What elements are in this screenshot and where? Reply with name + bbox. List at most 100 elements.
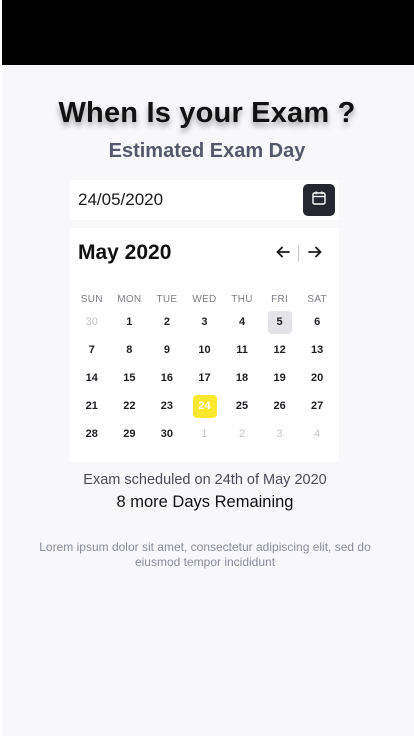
calendar-grid: SUN MON TUE WED THU FRI SAT 30 1 2 3 4 5 6 7 8 9 1… [73,290,336,448]
calendar-week-row: 28 29 30 1 2 3 4 [73,420,336,448]
calendar-day-number: 18 [235,372,249,384]
calendar-icon [311,190,327,211]
status-bar [2,0,414,65]
calendar-day[interactable]: 11 [223,336,261,364]
calendar-day[interactable]: 2 [223,420,261,448]
calendar-day-number: 28 [85,428,98,440]
calendar-weeks: 30 1 2 3 4 5 6 7 8 9 10 11 12 13 14 15 16 17 18 19 20 21 22 23 2… [73,308,336,448]
calendar-day[interactable]: 6 [298,308,336,336]
calendar-day-number: 6 [314,316,321,328]
calendar-day-number: 16 [160,372,174,384]
calendar-day[interactable]: 4 [223,308,261,336]
calendar-day-number: 12 [273,344,286,356]
calendar-day-number: 21 [85,400,98,412]
weekday-label: THU [231,293,253,305]
open-calendar-button[interactable] [303,184,335,216]
calendar-day-number: 27 [311,400,324,412]
calendar-day[interactable]: 10 [186,336,224,364]
calendar-day-number: 10 [198,344,211,356]
calendar-day[interactable]: 1 [186,420,224,448]
next-month-button[interactable] [304,244,326,264]
calendar-day-number: 22 [123,400,136,412]
calendar-day[interactable]: 4 [298,420,336,448]
calendar-day-number: 8 [126,344,133,356]
calendar-day-number: 24 [198,400,211,412]
calendar-day[interactable]: 3 [261,420,299,448]
weekday-label: MON [117,293,142,305]
calendar-week-row: 30 1 2 3 4 5 6 [73,308,336,336]
calendar-day[interactable]: 30 [148,420,186,448]
calendar-day-number: 4 [238,316,246,328]
calendar-day-number: 30 [160,428,174,440]
calendar-day-number: 25 [235,400,249,412]
calendar-day-number: 19 [273,372,286,384]
weekday-label: SAT [307,293,327,305]
calendar-day[interactable]: 2 [148,308,186,336]
calendar-day-number: 5 [276,316,283,328]
description-text: Lorem ipsum dolor sit amet, consectetur … [39,540,371,569]
calendar-popup: May 2020 SUN MON TUE WED THU FRI SAT 30 1… [70,228,339,462]
exam-date-input[interactable] [70,180,298,220]
calendar-day-number: 3 [201,316,208,328]
calendar-day-number: 9 [163,344,170,356]
calendar-day-selected[interactable]: 24 [186,392,224,420]
calendar-day[interactable]: 21 [73,392,111,420]
calendar-day-number: 2 [163,316,170,328]
calendar-day-number: 13 [311,344,324,356]
nav-divider [298,245,299,262]
weekday-header-row: SUN MON TUE WED THU FRI SAT [73,290,336,308]
calendar-day[interactable]: 12 [261,336,299,364]
calendar-day[interactable]: 25 [223,392,261,420]
date-field[interactable] [70,180,339,220]
calendar-day[interactable]: 28 [73,420,111,448]
calendar-day[interactable]: 16 [148,364,186,392]
calendar-day[interactable]: 3 [186,308,224,336]
calendar-day[interactable]: 29 [111,420,149,448]
weekday-label: FRI [271,293,289,305]
calendar-day[interactable]: 8 [111,336,149,364]
calendar-day-today[interactable]: 5 [261,308,299,336]
calendar-day-number: 30 [85,316,98,328]
calendar-day[interactable]: 7 [73,336,111,364]
calendar-day[interactable]: 15 [111,364,149,392]
calendar-day-number: 17 [198,372,211,384]
weekday-label: TUE [156,293,178,305]
calendar-day[interactable]: 23 [148,392,186,420]
calendar-day-number: 1 [126,316,133,328]
prev-month-button[interactable] [272,244,294,264]
calendar-day-number: 14 [85,372,98,384]
calendar-week-row: 7 8 9 10 11 12 13 [73,336,336,364]
calendar-day-number: 23 [160,400,174,412]
calendar-day[interactable]: 27 [298,392,336,420]
calendar-day[interactable]: 18 [223,364,261,392]
calendar-day-number: 15 [123,372,136,384]
calendar-day[interactable]: 20 [298,364,336,392]
weekday-label: SUN [80,293,103,305]
calendar-day-number: 20 [311,372,324,384]
page-title: When Is your Exam ? [58,97,356,129]
page-subtitle: Estimated Exam Day [108,140,306,162]
calendar-day-number: 2 [238,428,246,440]
calendar-day-number: 4 [314,428,321,440]
calendar-day[interactable]: 19 [261,364,299,392]
calendar-day[interactable]: 9 [148,336,186,364]
calendar-day[interactable]: 1 [111,308,149,336]
calendar-day-number: 1 [201,428,208,440]
days-remaining-text: 8 more Days Remaining [116,493,294,511]
calendar-week-row: 14 15 16 17 18 19 20 [73,364,336,392]
calendar-day-number: 29 [123,428,136,440]
calendar-week-row: 21 22 23 24 25 26 27 [73,392,336,420]
calendar-day-number: 11 [236,344,248,356]
calendar-day[interactable]: 17 [186,364,224,392]
weekday-label: WED [192,293,217,305]
calendar-day-number: 7 [88,344,95,356]
calendar-day-number: 26 [273,400,286,412]
calendar-day[interactable]: 26 [261,392,299,420]
calendar-day[interactable]: 13 [298,336,336,364]
calendar-day[interactable]: 14 [73,364,111,392]
calendar-day[interactable]: 22 [111,392,149,420]
arrow-right-icon [308,245,322,263]
calendar-day[interactable]: 30 [73,308,111,336]
calendar-month-label: May 2020 [78,241,172,264]
calendar-day-number: 3 [276,428,283,440]
